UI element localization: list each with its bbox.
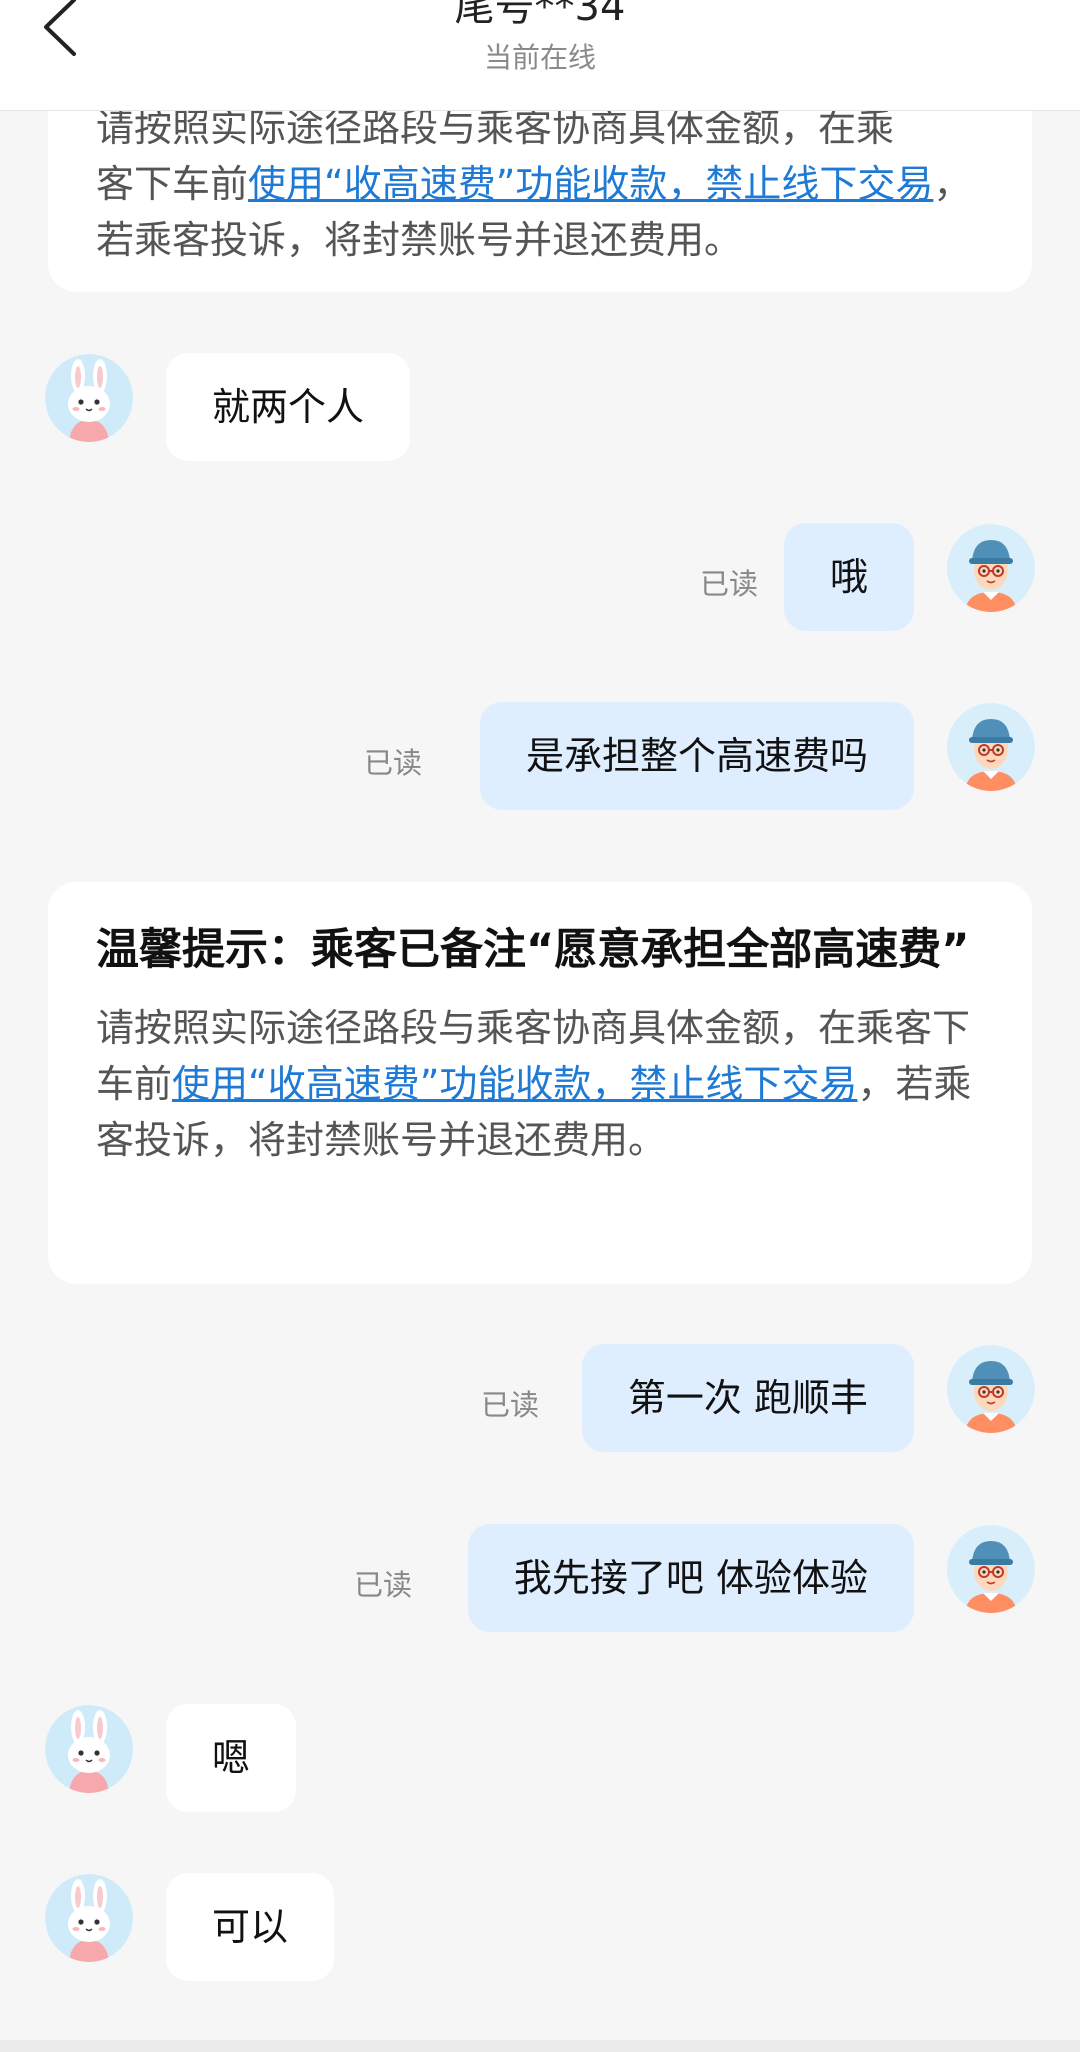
- notice-card-title: 温馨提示：乘客已备注“愿意承担全部高速费”: [96, 925, 970, 975]
- driver-avatar[interactable]: [947, 703, 1035, 791]
- passenger-avatar[interactable]: [45, 354, 133, 442]
- message-bubble[interactable]: 就两个人: [166, 353, 411, 461]
- read-receipt: 已读: [699, 567, 758, 601]
- notice-card-top-body-prefix: 客下车前: [96, 162, 249, 206]
- collect-toll-link[interactable]: 使用“收高速费”功能收款，禁止线下交易: [172, 1062, 857, 1106]
- read-receipt: 已读: [353, 1568, 412, 1602]
- message-bubble[interactable]: 嗯: [166, 1704, 297, 1812]
- boy-with-cap-avatar-icon: [947, 1525, 1035, 1613]
- contact-title: 尾号**34: [454, 0, 626, 30]
- boy-with-cap-avatar-icon: [947, 524, 1035, 612]
- driver-avatar[interactable]: [947, 1525, 1035, 1613]
- chat-header: 尾号**34 当前在线: [0, 0, 1080, 111]
- notice-card-top-body: 请按照实际途径路段与乘客协商具体金额，在乘 客下车前使用“收高速费”功能收款，禁…: [96, 100, 984, 268]
- input-area-edge: [0, 2040, 1080, 2052]
- collect-toll-link[interactable]: 使用“收高速费”功能收款，禁止线下交易: [248, 162, 933, 206]
- passenger-avatar[interactable]: [45, 1874, 133, 1962]
- driver-avatar[interactable]: [947, 524, 1035, 612]
- boy-with-cap-avatar-icon: [947, 703, 1035, 791]
- driver-avatar[interactable]: [947, 1345, 1035, 1433]
- read-receipt: 已读: [363, 746, 422, 780]
- rabbit-avatar-icon: [45, 1705, 133, 1793]
- message-bubble[interactable]: 哦: [783, 523, 914, 631]
- read-receipt: 已读: [480, 1388, 539, 1422]
- notice-card-body: 请按照实际途径路段与乘客协商具体金额，在乘客下车前使用“收高速费”功能收款，禁止…: [96, 1000, 984, 1168]
- message-bubble[interactable]: 是承担整个高速费吗: [479, 702, 914, 810]
- boy-with-cap-avatar-icon: [947, 1345, 1035, 1433]
- rabbit-avatar-icon: [45, 354, 133, 442]
- rabbit-avatar-icon: [45, 1874, 133, 1962]
- message-bubble[interactable]: 我先接了吧 体验体验: [467, 1524, 914, 1632]
- message-bubble[interactable]: 第一次 跑顺丰: [581, 1344, 914, 1452]
- notice-card: 温馨提示：乘客已备注“愿意承担全部高速费” 请按照实际途径路段与乘客协商具体金额…: [48, 882, 1032, 1284]
- passenger-avatar[interactable]: [45, 1705, 133, 1793]
- online-status: 当前在线: [483, 41, 596, 74]
- message-bubble[interactable]: 可以: [166, 1873, 335, 1981]
